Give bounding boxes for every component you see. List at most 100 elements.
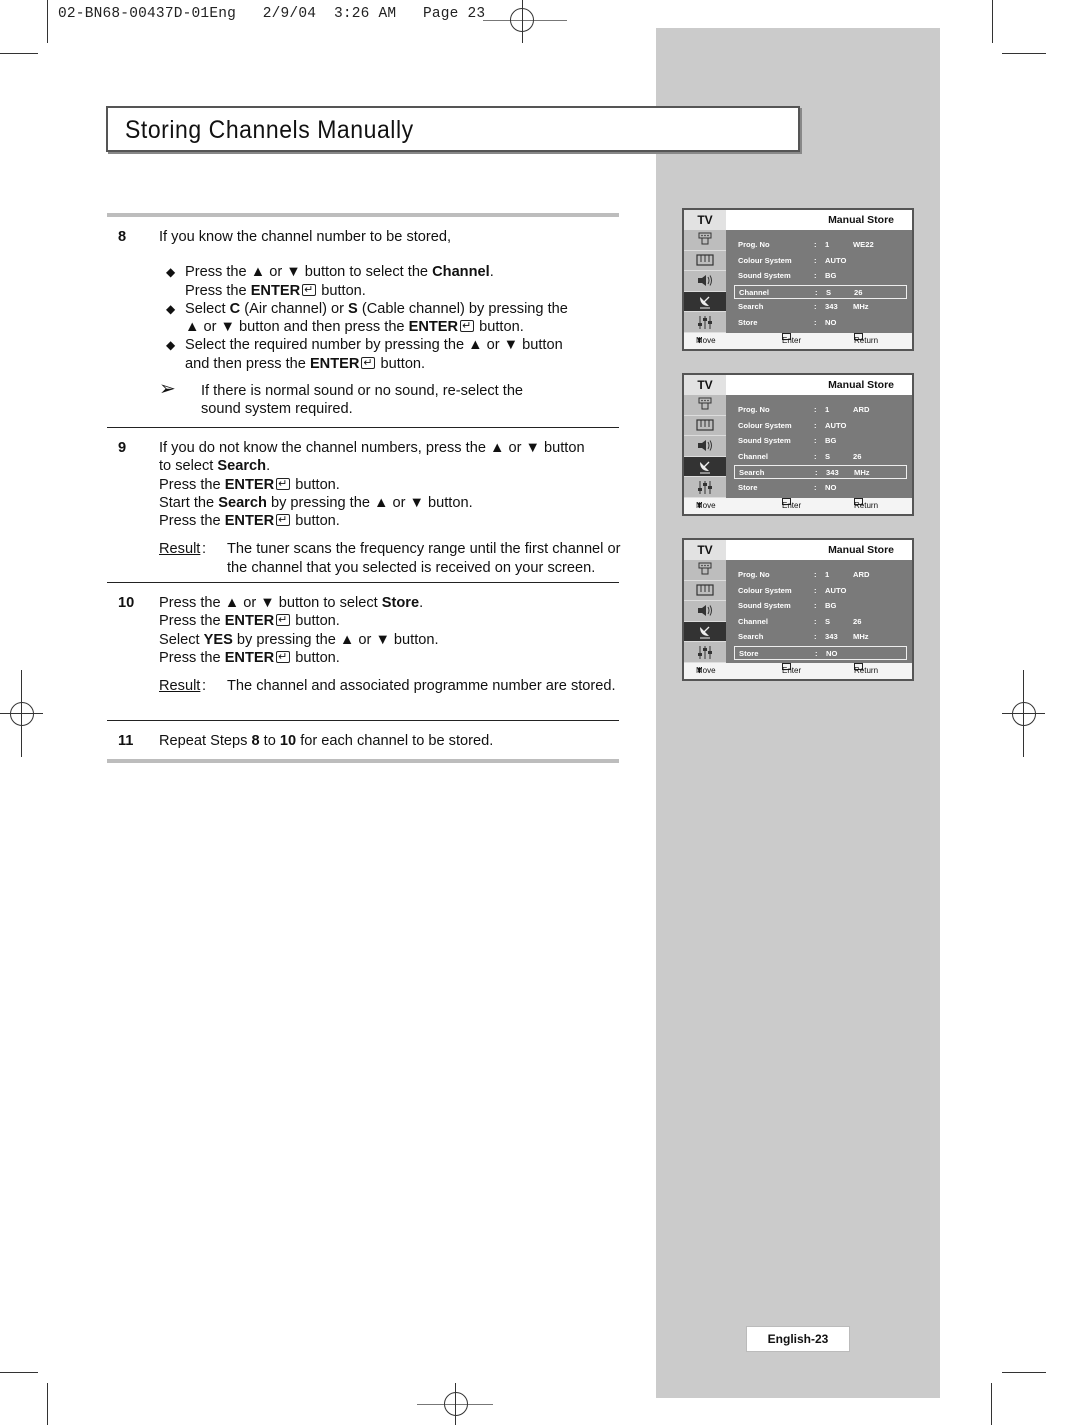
osd-menu-row-search[interactable]: Search:343 MHz xyxy=(734,630,907,644)
osd-body: Prog. No:1 WE22 Colour System: AUTO Sound Sy… xyxy=(726,230,912,333)
osd-row-value: 26 xyxy=(854,287,863,297)
osd-row-label: Sound System xyxy=(738,436,791,445)
divider xyxy=(107,720,619,721)
osd-row-label: Prog. No xyxy=(738,240,770,249)
osd-row-separator: : xyxy=(814,482,817,492)
osd-menu-row-store[interactable]: Store: NO xyxy=(734,481,907,495)
osd-row-separator: : xyxy=(814,436,817,445)
osd-menu-row-search[interactable]: Search:343 MHz xyxy=(734,300,907,314)
osd-menu-row-sound-system[interactable]: Sound System: BG xyxy=(734,434,907,448)
osd-row-value: WE22 xyxy=(853,240,874,249)
osd-row-value: S xyxy=(825,451,831,461)
osd-menu-row-colour-system[interactable]: Colour System: AUTO xyxy=(734,254,907,268)
channel-antenna-icon[interactable] xyxy=(684,456,726,478)
osd-menu-row-store[interactable]: Store: NO xyxy=(734,645,907,660)
note-arrow-icon: ➢ xyxy=(159,378,176,400)
osd-row-value: 26 xyxy=(853,616,862,626)
osd-menu-row-sound-system[interactable]: Sound System: BG xyxy=(734,269,907,283)
osd-footer: ⬍ Move Enter Return xyxy=(684,663,912,679)
channel-antenna-icon[interactable] xyxy=(684,621,726,643)
osd-row-value: NO xyxy=(825,482,837,492)
result-text: The channel and associated programme num… xyxy=(227,678,616,695)
section-rule-top xyxy=(107,213,619,217)
osd-row-label: Store xyxy=(738,482,758,492)
setup-icon[interactable] xyxy=(684,312,726,333)
osd-row-separator: : xyxy=(814,570,817,579)
osd-row-separator: : xyxy=(814,585,817,595)
osd-row-separator: : xyxy=(814,632,817,641)
osd-row-label: Store xyxy=(738,317,758,327)
osd-menu-row-channel[interactable]: Channel: S 26 xyxy=(734,450,907,464)
step-number: 9 xyxy=(118,440,127,456)
osd-row-label: Colour System xyxy=(738,420,792,430)
osd-row-label: Search xyxy=(738,632,764,641)
osd-footer: ⬍ Move Enter Return xyxy=(684,498,912,514)
enter-icon xyxy=(276,611,291,630)
osd-footer: ⬍ Move Enter Return xyxy=(684,333,912,349)
enter-icon xyxy=(302,281,317,299)
osd-menu-row-colour-system[interactable]: Colour System: AUTO xyxy=(734,584,907,598)
setup-icon[interactable] xyxy=(684,477,726,498)
osd-menu-row-prog-no[interactable]: Prog. No:1 ARD xyxy=(734,403,907,417)
diamond-bullet-icon: ◆ xyxy=(166,265,176,280)
picture-icon[interactable] xyxy=(684,581,726,602)
picture-icon[interactable] xyxy=(684,416,726,437)
osd-row-value: MHz xyxy=(854,468,870,477)
setup-icon[interactable] xyxy=(684,642,726,663)
result: Result: The tuner scans the frequency ra… xyxy=(159,541,621,576)
osd-header: TV Manual Store xyxy=(684,540,912,560)
osd-menu-row-search[interactable]: Search:343 MHz xyxy=(734,465,907,479)
osd-row-label: Prog. No xyxy=(738,405,770,414)
bullet-item: ◆ Select C (Air channel) or S (Cable cha… xyxy=(159,300,629,337)
result-text: The tuner scans the frequency range unti… xyxy=(227,541,621,576)
note: ➢ If there is normal sound or no sound, … xyxy=(159,378,524,418)
input-icon[interactable] xyxy=(684,395,726,416)
osd-row-value: AUTO xyxy=(825,255,847,265)
osd-menu-row-sound-system[interactable]: Sound System: BG xyxy=(734,599,907,613)
channel-antenna-icon[interactable] xyxy=(684,291,726,313)
osd-title: Manual Store xyxy=(828,544,894,556)
input-icon[interactable] xyxy=(684,560,726,581)
osd-row-value: BG xyxy=(825,436,837,445)
osd-row-value: S xyxy=(826,287,832,297)
osd-icon-sidebar xyxy=(684,560,726,663)
osd-row-label: Channel xyxy=(739,287,769,297)
osd-row-label: Channel xyxy=(738,451,768,461)
osd-row-label: Sound System xyxy=(738,271,791,280)
osd-row-value: NO xyxy=(826,648,838,658)
divider xyxy=(107,582,619,583)
osd-row-separator: : xyxy=(815,648,818,658)
osd-row-separator: : xyxy=(814,302,817,311)
result: Result: The channel and associated progr… xyxy=(159,678,616,695)
osd-menu-row-prog-no[interactable]: Prog. No:1 ARD xyxy=(734,568,907,582)
result-label: Result xyxy=(159,678,201,695)
osd-row-value: MHz xyxy=(853,302,869,311)
osd-manual-store-menu-2: TV Manual Store Prog. No:1 ARD Colour Syst… xyxy=(682,373,914,516)
sound-icon[interactable] xyxy=(684,601,726,622)
osd-row-value: 343 xyxy=(825,632,838,641)
osd-row-label: Search xyxy=(738,302,764,311)
bullet-item: ◆ Select the required number by pressing… xyxy=(159,336,629,373)
sound-icon[interactable] xyxy=(684,436,726,457)
osd-menu-row-channel[interactable]: Channel: S 26 xyxy=(734,284,907,299)
step-text: If you know the channel number to be sto… xyxy=(159,229,452,245)
input-icon[interactable] xyxy=(684,230,726,251)
enter-icon xyxy=(361,354,376,372)
picture-icon[interactable] xyxy=(684,251,726,272)
osd-menu-row-prog-no[interactable]: Prog. No:1 WE22 xyxy=(734,238,907,252)
osd-tv-label: TV xyxy=(684,540,726,560)
sound-icon[interactable] xyxy=(684,271,726,292)
osd-menu-row-store[interactable]: Store: NO xyxy=(734,316,907,330)
osd-row-value: ARD xyxy=(853,405,870,414)
osd-row-label: Prog. No xyxy=(738,570,770,579)
osd-row-label: Channel xyxy=(738,616,768,626)
osd-menu-row-colour-system[interactable]: Colour System: AUTO xyxy=(734,419,907,433)
osd-row-value: 343 xyxy=(826,468,839,477)
osd-menu-row-channel[interactable]: Channel: S 26 xyxy=(734,615,907,629)
osd-icon-sidebar xyxy=(684,230,726,333)
osd-row-value: BG xyxy=(825,601,837,610)
osd-row-value: 343 xyxy=(825,302,838,311)
osd-row-separator: : xyxy=(814,271,817,280)
osd-tv-label: TV xyxy=(684,375,726,395)
page-title: Storing Channels Manually xyxy=(125,116,414,144)
